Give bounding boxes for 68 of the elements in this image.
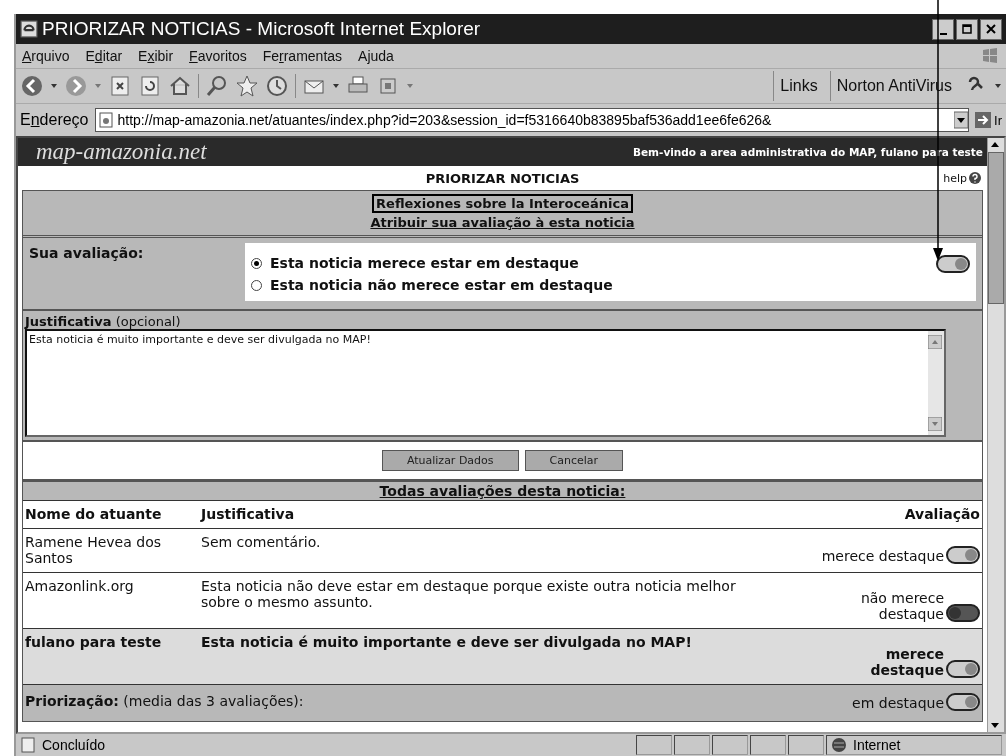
- table-cell-text: Ramene Hevea dos Santos: [25, 534, 162, 566]
- scrollbar[interactable]: [987, 138, 1004, 732]
- dropdown-caret-icon[interactable]: [332, 82, 340, 90]
- page-heading: PRIORIZAR NOTICIAS: [425, 170, 580, 186]
- home-icon[interactable]: [168, 74, 192, 98]
- address-field[interactable]: http://map-amazonia.net/atuantes/index.php?id=203&session_id=f5316640b83895baf536add1ee6fe626&: [94, 108, 970, 132]
- menu-item[interactable]: Ferramentas: [262, 48, 343, 64]
- table-cell: merece destaque: [821, 548, 944, 564]
- forward-icon[interactable]: [64, 74, 88, 98]
- rating-label: Sua avaliação:: [29, 244, 145, 263]
- site-logo: map-amazonia.net: [36, 139, 207, 165]
- column-header: Justificativa: [201, 506, 296, 522]
- maximize-icon: [962, 24, 972, 34]
- back-icon[interactable]: [20, 74, 44, 98]
- links-button[interactable]: Links: [773, 71, 824, 101]
- windows-logo-icon: [980, 46, 1000, 66]
- close-button[interactable]: [980, 18, 1002, 40]
- minimize-button[interactable]: [932, 18, 954, 40]
- table-cell-text: Amazonlink.org: [25, 578, 135, 594]
- summary-rating: em destaque: [852, 695, 944, 711]
- security-zone: Internet: [826, 735, 1002, 755]
- form-button[interactable]: Atualizar Dados: [381, 450, 519, 471]
- arrow-icon: [975, 112, 992, 128]
- table-cell-text: Esta noticia não deve estar em destaque porque existe outra noticia melhor sobre o mesmo assunto.: [201, 578, 737, 610]
- menu-item[interactable]: Exibir: [138, 48, 174, 64]
- news-title: Reflexiones sobre la Interoceánica: [372, 194, 633, 213]
- table-cell-text: merece destaque: [869, 646, 944, 678]
- scrollbar-thumb[interactable]: [988, 152, 1004, 304]
- radio-option[interactable]: Esta noticia não merece estar em destaque: [251, 277, 613, 293]
- star-icon[interactable]: [235, 74, 259, 98]
- column-header: Nome do atuante: [25, 506, 163, 522]
- status-text: Concluído: [42, 737, 107, 753]
- globe-icon: [831, 737, 847, 753]
- menu-item[interactable]: Arquivo: [22, 48, 70, 64]
- window-title: PRIORIZAR NOTICIAS - Microsoft Internet Explorer: [42, 18, 482, 40]
- close-icon: [986, 24, 996, 34]
- address-label: Endereço: [20, 111, 89, 129]
- menu-item[interactable]: Ajuda: [358, 48, 394, 64]
- minimize-icon: [939, 32, 947, 35]
- table-title: Todas avaliações desta noticia:: [379, 483, 626, 499]
- radio-option[interactable]: Esta noticia merece estar em destaque: [251, 255, 613, 271]
- browser-icon: [20, 20, 38, 38]
- dropdown-caret-icon[interactable]: [50, 82, 58, 90]
- summary-text: Priorização: (media das 3 avaliações):: [25, 693, 305, 709]
- page-icon: [20, 737, 36, 753]
- go-button[interactable]: Ir: [975, 112, 1002, 128]
- table-cell-text: Sem comentário.: [201, 534, 322, 550]
- page-icon: [97, 112, 114, 128]
- maximize-button[interactable]: [956, 18, 978, 40]
- help-icon: [969, 172, 981, 184]
- help-link[interactable]: help: [943, 171, 981, 185]
- table-cell-text: Esta noticia é muito importante e deve ser divulgada no MAP!: [201, 634, 693, 650]
- table-cell-text: não merece destaque: [859, 590, 944, 622]
- refresh-icon[interactable]: [138, 74, 162, 98]
- dropdown-caret-icon[interactable]: [994, 82, 1002, 90]
- table-cell-text: fulano para teste: [25, 634, 163, 650]
- dropdown-arrow-icon[interactable]: [954, 111, 969, 129]
- toggle-switch[interactable]: [936, 255, 970, 273]
- search-icon[interactable]: [205, 74, 229, 98]
- section-heading: Atribuir sua avaliação à esta noticia: [370, 215, 635, 230]
- form-button[interactable]: Cancelar: [524, 450, 624, 471]
- column-header: Avaliação: [903, 506, 980, 522]
- welcome-text: Bem-vindo a area administrativa do MAP, fulano para teste: [632, 146, 983, 158]
- stop-icon[interactable]: [108, 74, 132, 98]
- menu-item[interactable]: Favoritos: [189, 48, 247, 64]
- justification-label: Justificativa (opcional): [25, 314, 182, 329]
- history-icon[interactable]: [265, 74, 289, 98]
- menu-item[interactable]: Editar: [85, 48, 123, 64]
